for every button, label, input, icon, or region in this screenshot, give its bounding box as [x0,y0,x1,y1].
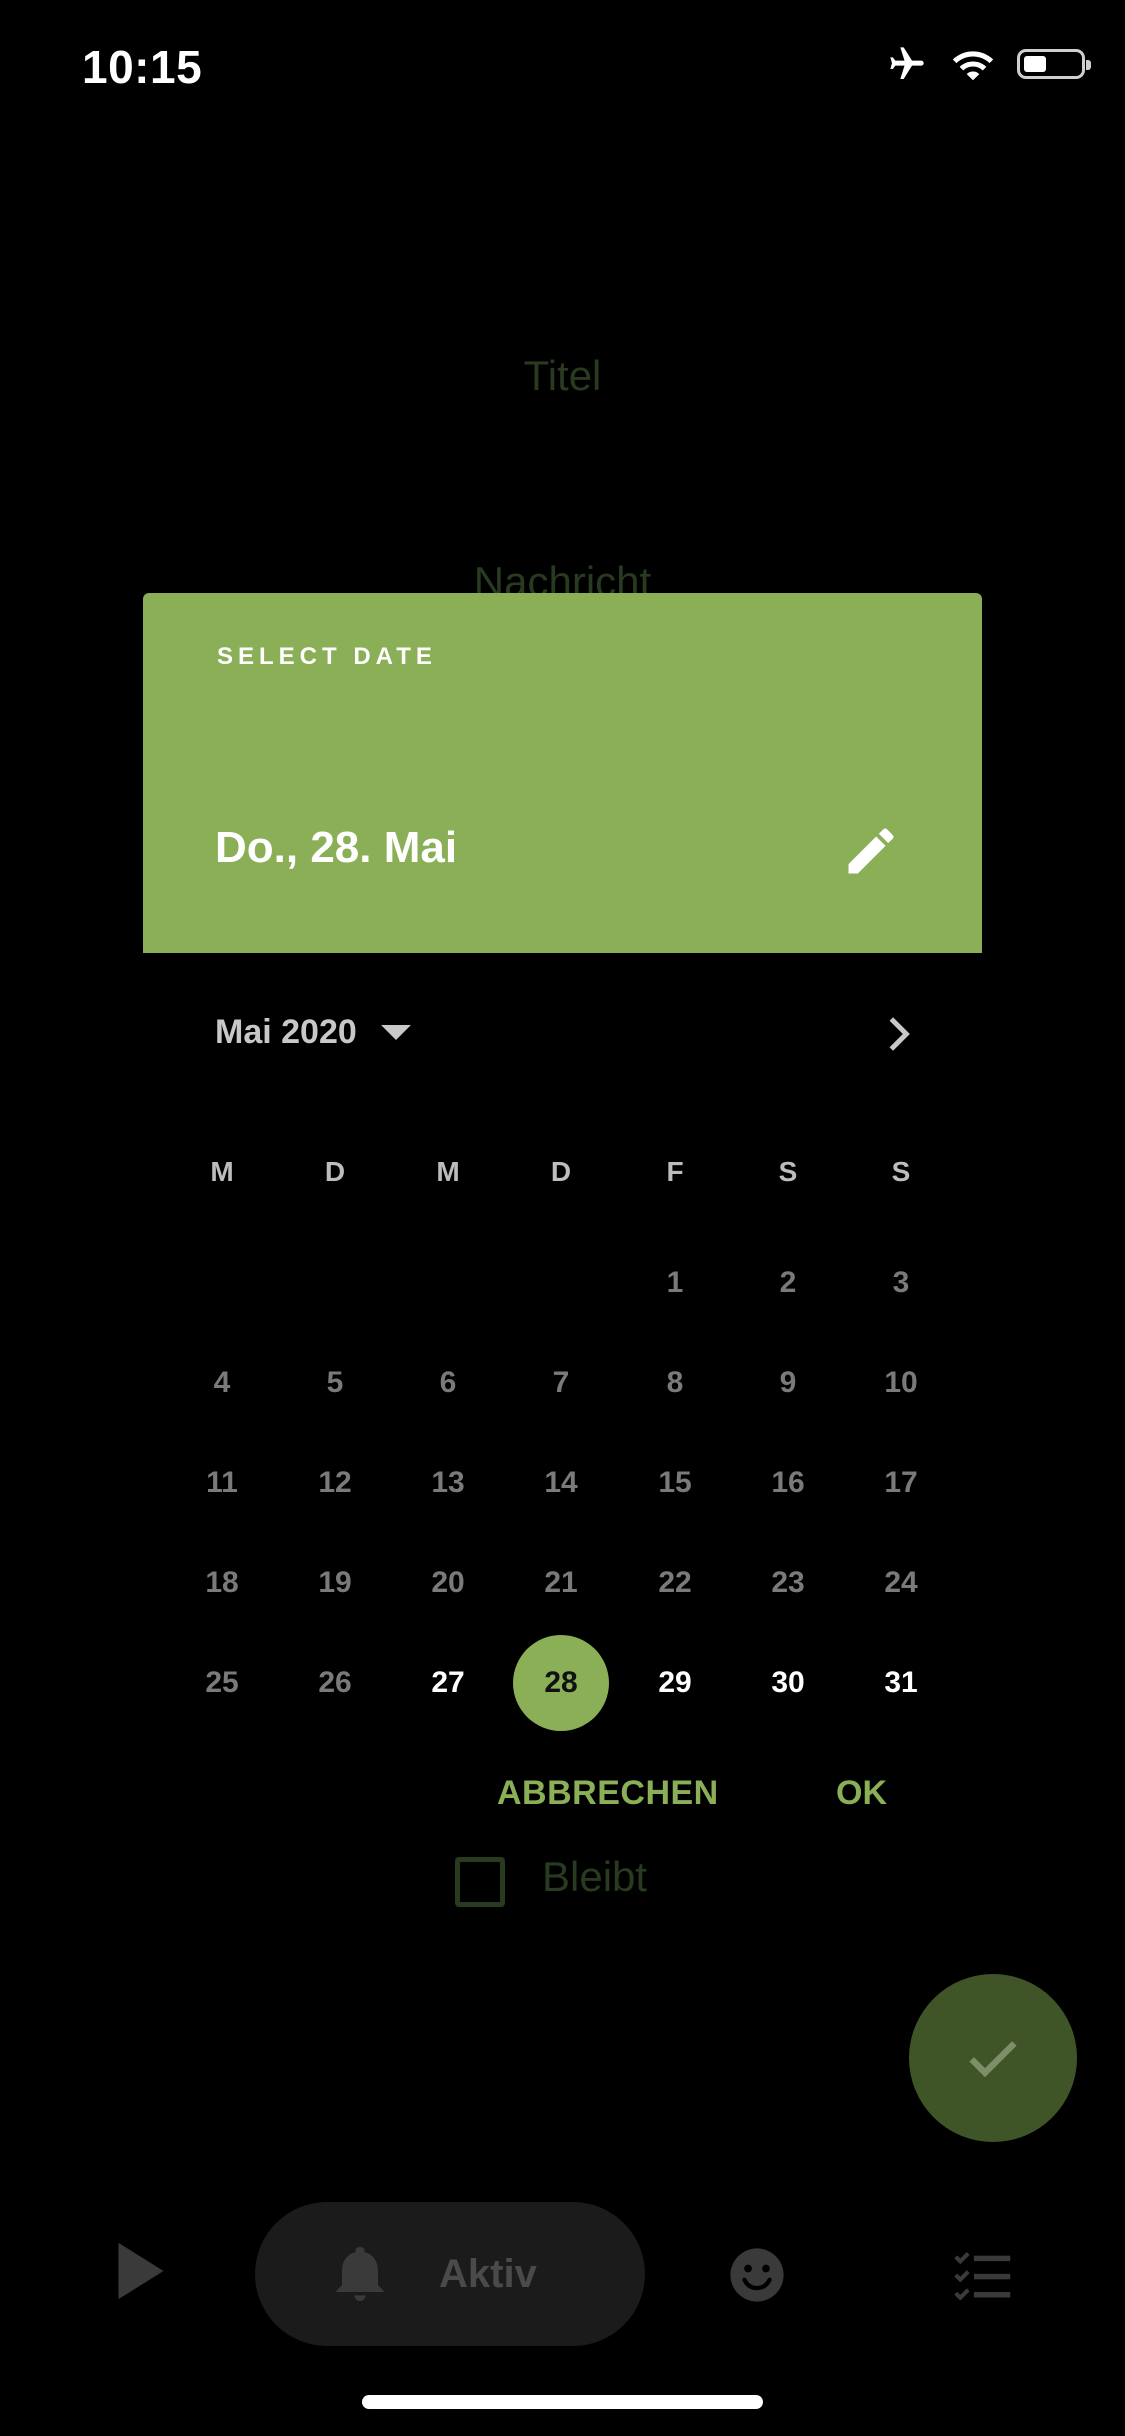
next-month-button[interactable] [873,1009,923,1059]
calendar-day: 11 [206,1466,238,1499]
calendar-day: 5 [326,1366,344,1399]
calendar-day: 7 [552,1366,570,1399]
calendar-day: 6 [439,1366,457,1399]
chevron-right-icon [889,1017,910,1051]
nav-play [112,2240,170,2307]
month-navigation: Mai 2020 [143,953,982,1103]
calendar-day: 1 [666,1266,684,1299]
stays-checkbox [455,1857,505,1907]
calendar-day: 16 [771,1466,805,1499]
calendar-day: 21 [544,1566,578,1599]
calendar-day: 18 [205,1566,239,1599]
airplane-icon [890,47,924,79]
calendar-day-selected[interactable]: 28 [513,1635,609,1731]
weekday-label: D [550,1156,572,1187]
weekday-label: M [436,1156,460,1187]
status-time: 10:15 [82,41,203,93]
ok-button[interactable]: OK [836,1774,887,1813]
play-icon [118,2242,164,2300]
selected-date-text: Do., 28. Mai [215,823,458,872]
home-indicator[interactable] [362,2395,763,2409]
calendar-day[interactable]: 31 [856,1638,946,1728]
check-icon [969,2041,1017,2078]
calendar-day: 13 [431,1466,465,1499]
calendar-day: 26 [318,1666,352,1699]
calendar-day: 14 [544,1466,578,1499]
confirm-fab [909,1974,1077,2142]
calendar-day: 25 [205,1666,239,1699]
checklist-icon [954,2251,1011,2301]
nav-checklist [953,2250,1013,2305]
date-picker-header: SELECT DATE Do., 28. Mai [143,593,982,953]
weekday-label: F [666,1156,684,1187]
calendar-day: 8 [666,1366,684,1399]
calendar-day: 19 [318,1566,352,1599]
stays-checkbox-label: Bleibt [542,1853,648,1900]
weekday-label: D [324,1156,346,1187]
nav-active-label: Aktiv [439,2251,537,2296]
calendar-day: 10 [884,1366,918,1399]
month-year-dropdown[interactable]: Mai 2020 [215,1013,411,1052]
title-field: Titel [523,352,602,399]
cancel-button[interactable]: ABBRECHEN [497,1774,719,1813]
status-icons [885,44,1091,84]
calendar-day[interactable]: 27 [403,1638,493,1728]
calendar-day: 2 [779,1266,797,1299]
nav-mood [728,2246,786,2309]
battery-icon [1017,49,1091,79]
nav-active-tab: Aktiv [255,2202,645,2346]
calendar-day: 12 [318,1466,352,1499]
calendar-day[interactable]: 30 [743,1638,833,1728]
calendar-day: 24 [884,1566,918,1599]
calendar-day: 20 [431,1566,465,1599]
month-year-label: Mai 2020 [215,1013,357,1051]
calendar-day: 23 [771,1566,805,1599]
weekday-label: S [891,1156,911,1187]
smiley-icon [730,2248,784,2302]
date-picker-dialog: SELECT DATE Do., 28. Mai Mai 2020 [143,593,982,1103]
wifi-icon [952,51,994,81]
bell-icon [336,2247,384,2301]
edit-date-button[interactable] [839,819,903,883]
caret-down-icon [380,1025,411,1040]
calendar-day: 3 [892,1266,910,1299]
calendar-day: 9 [779,1366,797,1399]
calendar-day: 17 [884,1466,918,1499]
calendar-day: 4 [213,1366,231,1399]
calendar-day: 15 [658,1466,692,1499]
pencil-icon [848,828,894,874]
weekday-label: S [778,1156,798,1187]
weekday-label: M [210,1156,234,1187]
select-date-label: SELECT DATE [217,643,437,670]
calendar-day[interactable]: 29 [630,1638,720,1728]
calendar-day: 22 [658,1566,692,1599]
